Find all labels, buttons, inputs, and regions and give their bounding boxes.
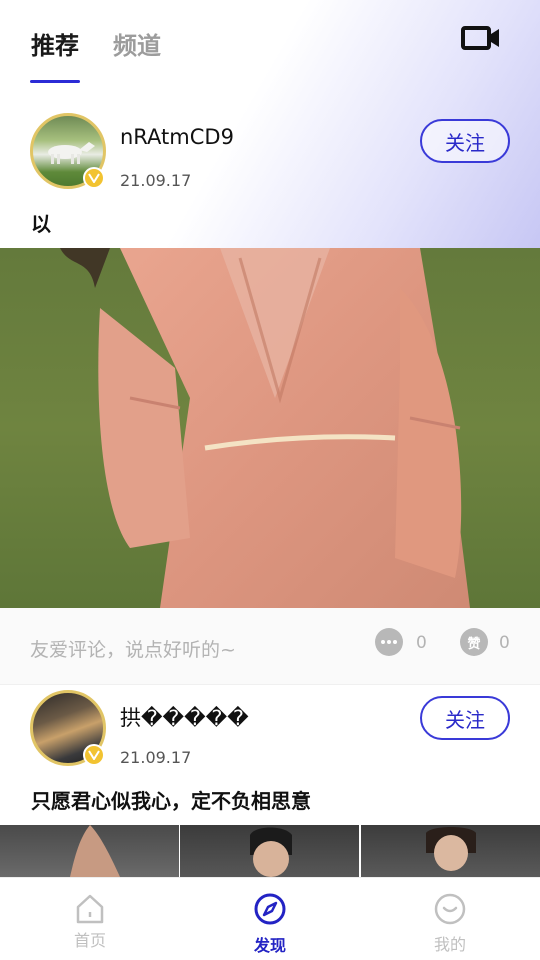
bottom-nav: 首页 发现 我的 bbox=[0, 877, 540, 960]
follow-button[interactable]: 关注 bbox=[420, 119, 510, 163]
nav-label-discover: 发现 bbox=[253, 936, 286, 955]
follow-button[interactable]: 关注 bbox=[420, 696, 510, 740]
video-camera-icon[interactable] bbox=[460, 22, 502, 54]
like-count: 0 bbox=[499, 633, 510, 653]
post-caption: 只愿君心似我心，定不负相思意 bbox=[31, 789, 311, 813]
verified-badge-icon bbox=[83, 167, 105, 189]
nav-item-discover[interactable]: 发现 bbox=[180, 878, 360, 960]
home-icon bbox=[76, 894, 104, 924]
divider bbox=[0, 684, 540, 685]
post-username[interactable]: 拱����� bbox=[120, 702, 249, 732]
compass-icon bbox=[254, 893, 286, 925]
comment-count: 0 bbox=[416, 633, 427, 653]
post-grid-image[interactable] bbox=[180, 825, 359, 877]
post-date: 21.09.17 bbox=[120, 748, 192, 767]
nav-item-me[interactable]: 我的 bbox=[360, 878, 540, 960]
comment-icon[interactable] bbox=[375, 628, 403, 656]
active-tab-indicator bbox=[30, 80, 80, 83]
post-date: 21.09.17 bbox=[120, 171, 192, 190]
comment-input[interactable]: 友爱评论，说点好听的~ bbox=[30, 635, 236, 662]
tab-recommend[interactable]: 推荐 bbox=[31, 26, 79, 61]
like-icon[interactable]: 赞 bbox=[460, 628, 488, 656]
profile-icon bbox=[434, 893, 466, 925]
post-image[interactable] bbox=[0, 248, 540, 608]
tab-channel[interactable]: 频道 bbox=[113, 26, 161, 61]
post-grid-image[interactable] bbox=[361, 825, 540, 877]
post-caption: 以 bbox=[31, 212, 51, 236]
nav-label-home: 首页 bbox=[73, 931, 106, 950]
verified-badge-icon bbox=[83, 744, 105, 766]
nav-label-me: 我的 bbox=[433, 935, 466, 954]
post-grid-image[interactable] bbox=[0, 825, 179, 877]
post-username[interactable]: nRAtmCD9 bbox=[120, 125, 234, 149]
nav-item-home[interactable]: 首页 bbox=[0, 878, 180, 960]
